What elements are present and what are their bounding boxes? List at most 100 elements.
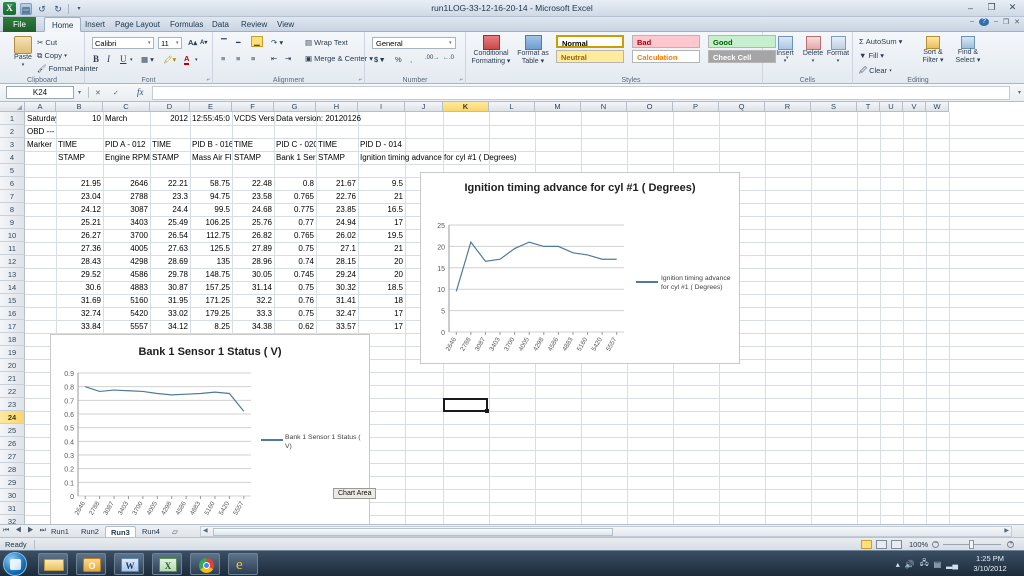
cell-b1[interactable]: 10 bbox=[56, 112, 103, 125]
align-right-icon[interactable]: ≡ bbox=[251, 54, 255, 63]
cell-f11[interactable]: 27.89 bbox=[232, 242, 274, 255]
column-header-a[interactable]: A bbox=[25, 102, 56, 112]
cell-f9[interactable]: 25.76 bbox=[232, 216, 274, 229]
style-calculation[interactable]: Calculation bbox=[632, 50, 700, 63]
cell-c4[interactable]: Engine RPM bbox=[103, 151, 150, 164]
cell-c17[interactable]: 5557 bbox=[103, 320, 150, 333]
cell-c8[interactable]: 3087 bbox=[103, 203, 150, 216]
align-top-icon[interactable]: ▔ bbox=[221, 38, 227, 47]
cell-g16[interactable]: 0.75 bbox=[274, 307, 316, 320]
align-bottom-icon[interactable]: ▁ bbox=[251, 36, 263, 47]
cell-f14[interactable]: 31.14 bbox=[232, 281, 274, 294]
row-header-11[interactable]: 11 bbox=[0, 242, 25, 255]
cell-h14[interactable]: 30.32 bbox=[316, 281, 358, 294]
fill-button[interactable]: ▼ Fill ▾ bbox=[859, 51, 884, 60]
cell-f4[interactable]: STAMP bbox=[232, 151, 274, 164]
row-header-3[interactable]: 3 bbox=[0, 138, 25, 151]
cell-h10[interactable]: 26.02 bbox=[316, 229, 358, 242]
cell-d15[interactable]: 31.95 bbox=[150, 294, 190, 307]
decrease-indent-icon[interactable]: ⇤ bbox=[271, 54, 277, 63]
cell-d7[interactable]: 23.3 bbox=[150, 190, 190, 203]
comma-icon[interactable]: , bbox=[410, 55, 412, 64]
cell-i14[interactable]: 18.5 bbox=[358, 281, 405, 294]
column-header-j[interactable]: J bbox=[405, 102, 443, 112]
cell-c14[interactable]: 4883 bbox=[103, 281, 150, 294]
cell-d16[interactable]: 33.02 bbox=[150, 307, 190, 320]
close-button[interactable]: ✕ bbox=[1004, 1, 1021, 14]
column-header-k[interactable]: K bbox=[443, 102, 489, 112]
cell-g8[interactable]: 0.775 bbox=[274, 203, 316, 216]
cell-h9[interactable]: 24.94 bbox=[316, 216, 358, 229]
column-header-m[interactable]: M bbox=[535, 102, 581, 112]
cell-f13[interactable]: 30.05 bbox=[232, 268, 274, 281]
formula-input[interactable] bbox=[152, 86, 1010, 100]
enter-formula-icon[interactable]: ✓ bbox=[113, 89, 119, 97]
column-header-w[interactable]: W bbox=[926, 102, 949, 112]
column-header-t[interactable]: T bbox=[857, 102, 880, 112]
row-header-18[interactable]: 18 bbox=[0, 333, 25, 346]
column-header-u[interactable]: U bbox=[880, 102, 903, 112]
cell-g7[interactable]: 0.765 bbox=[274, 190, 316, 203]
cell-i11[interactable]: 21 bbox=[358, 242, 405, 255]
cell-h4[interactable]: STAMP bbox=[316, 151, 358, 164]
align-left-icon[interactable]: ≡ bbox=[221, 54, 225, 63]
start-orb-icon[interactable] bbox=[3, 552, 27, 576]
cell-f6[interactable]: 22.48 bbox=[232, 177, 274, 190]
row-header-9[interactable]: 9 bbox=[0, 216, 25, 229]
cell-h16[interactable]: 32.47 bbox=[316, 307, 358, 320]
underline-dropdown-icon[interactable]: ▾ bbox=[130, 57, 133, 63]
zoom-level[interactable]: 100% bbox=[909, 540, 928, 549]
show-hidden-icons-icon[interactable]: ▴ bbox=[896, 560, 900, 569]
row-header-1[interactable]: 1 bbox=[0, 112, 25, 125]
chrome-icon[interactable] bbox=[190, 553, 220, 575]
ribbon-minimize-icon[interactable]: – bbox=[970, 18, 974, 26]
cell-b11[interactable]: 27.36 bbox=[56, 242, 103, 255]
cell-c16[interactable]: 5420 bbox=[103, 307, 150, 320]
sort-filter-button[interactable]: Sort & Filter ▾ bbox=[917, 36, 949, 64]
find-select-button[interactable]: Find & Select ▾ bbox=[952, 36, 984, 64]
help-icon[interactable]: ? bbox=[979, 18, 989, 26]
row-header-15[interactable]: 15 bbox=[0, 294, 25, 307]
row-header-20[interactable]: 20 bbox=[0, 359, 25, 372]
row-header-5[interactable]: 5 bbox=[0, 164, 25, 177]
sheet-nav-buttons[interactable]: ⏮ ◀ ▶ ⏭ bbox=[3, 527, 48, 535]
name-box[interactable]: K24 bbox=[6, 86, 74, 99]
row-header-4[interactable]: 4 bbox=[0, 151, 25, 164]
cell-f15[interactable]: 32.2 bbox=[232, 294, 274, 307]
row-header-6[interactable]: 6 bbox=[0, 177, 25, 190]
cell-e13[interactable]: 148.75 bbox=[190, 268, 232, 281]
cell-i15[interactable]: 18 bbox=[358, 294, 405, 307]
row-header-12[interactable]: 12 bbox=[0, 255, 25, 268]
row-header-17[interactable]: 17 bbox=[0, 320, 25, 333]
cell-b17[interactable]: 33.84 bbox=[56, 320, 103, 333]
cell-d17[interactable]: 34.12 bbox=[150, 320, 190, 333]
font-name-input[interactable]: Calibri bbox=[92, 37, 154, 49]
decrease-decimal-icon[interactable]: ←.0 bbox=[443, 55, 454, 61]
tab-view[interactable]: View bbox=[270, 17, 301, 32]
select-all-corner[interactable] bbox=[0, 102, 25, 112]
selected-cell-k24[interactable] bbox=[443, 398, 489, 413]
zoom-in-button[interactable]: + bbox=[1007, 540, 1014, 548]
explorer-icon[interactable] bbox=[38, 553, 68, 575]
underline-button[interactable]: U bbox=[120, 54, 127, 64]
cancel-formula-icon[interactable]: ✕ bbox=[95, 89, 101, 97]
cell-d3[interactable]: TIME bbox=[150, 138, 190, 151]
cell-g15[interactable]: 0.76 bbox=[274, 294, 316, 307]
font-size-dropdown-icon[interactable]: ▾ bbox=[176, 40, 179, 46]
cell-d11[interactable]: 27.63 bbox=[150, 242, 190, 255]
column-header-q[interactable]: Q bbox=[719, 102, 765, 112]
cell-f3[interactable]: TIME bbox=[232, 138, 274, 151]
word-icon[interactable]: W bbox=[114, 553, 144, 575]
ribbon-window-controls[interactable]: – ? – ❐ ✕ bbox=[970, 18, 1020, 26]
cell-i12[interactable]: 20 bbox=[358, 255, 405, 268]
cell-h3[interactable]: TIME bbox=[316, 138, 358, 151]
cell-i3[interactable]: PID D - 014 bbox=[358, 138, 405, 151]
cell-e7[interactable]: 94.75 bbox=[190, 190, 232, 203]
conditional-formatting-button[interactable]: Conditional Formatting ▾ bbox=[469, 35, 513, 65]
style-neutral[interactable]: Neutral bbox=[556, 50, 624, 63]
column-header-c[interactable]: C bbox=[103, 102, 150, 112]
cell-d14[interactable]: 30.87 bbox=[150, 281, 190, 294]
column-header-g[interactable]: G bbox=[274, 102, 316, 112]
align-center-icon[interactable]: ≡ bbox=[236, 54, 240, 63]
column-header-e[interactable]: E bbox=[190, 102, 232, 112]
